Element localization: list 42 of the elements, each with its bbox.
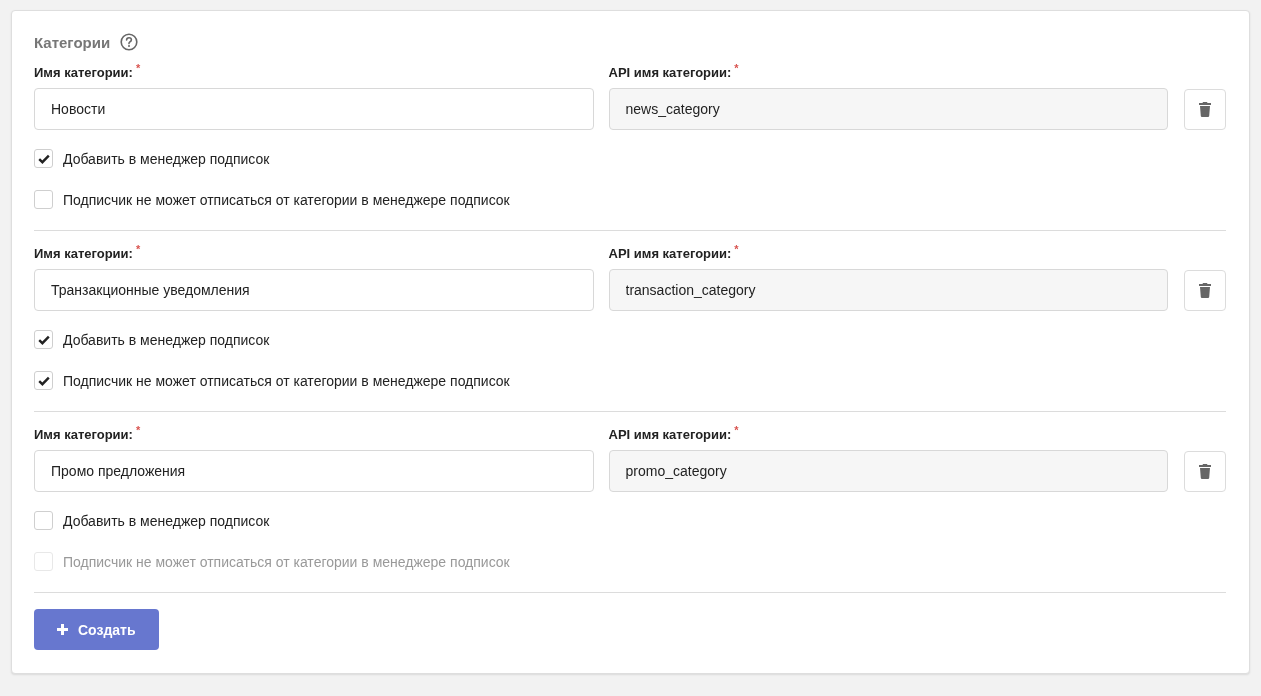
category-name-field[interactable]: Промо предложения	[34, 450, 594, 492]
required-mark: *	[135, 62, 141, 76]
checkbox[interactable]	[34, 190, 53, 209]
section-title: Категории	[34, 33, 111, 51]
delete-button[interactable]	[1184, 451, 1226, 492]
trash-icon	[1199, 102, 1211, 117]
checkbox[interactable]	[34, 330, 53, 349]
api-name-field[interactable]: promo_category	[608, 450, 1168, 492]
checkbox-label: Подписчик не может отписаться от категории в менеджере подписок	[63, 372, 510, 389]
category-name-field[interactable]: Транзакционные уведомления	[34, 269, 594, 311]
required-mark: *	[135, 424, 141, 438]
field-label: Имя категории:	[34, 246, 133, 261]
help-icon[interactable]	[120, 33, 139, 51]
checkmark-icon	[37, 334, 50, 345]
checkbox[interactable]	[34, 511, 53, 530]
checkbox-label: Добавить в менеджер подписок	[63, 331, 270, 348]
field-label: Имя категории:	[34, 65, 133, 80]
checkbox-label: Добавить в менеджер подписок	[63, 150, 270, 167]
checkmark-icon	[37, 375, 50, 386]
checkbox-label: Добавить в менеджер подписок	[63, 512, 270, 529]
checkmark-icon	[37, 153, 50, 164]
checkbox-label: Подписчик не может отписаться от категории в менеджере подписок	[63, 553, 510, 570]
required-mark: *	[734, 62, 739, 76]
required-mark: *	[734, 424, 739, 438]
checkbox[interactable]	[34, 149, 53, 168]
create-button[interactable]: Создать	[34, 609, 159, 650]
field-label: Имя категории:	[34, 427, 133, 442]
trash-icon	[1199, 464, 1211, 479]
field-label: API имя категории:	[608, 65, 732, 80]
plus-icon	[56, 623, 69, 636]
checkbox[interactable]	[34, 371, 53, 390]
api-name-field[interactable]: transaction_category	[608, 269, 1168, 311]
category-name-field[interactable]: Новости	[34, 88, 594, 130]
checkbox-label: Подписчик не может отписаться от категории в менеджере подписок	[63, 191, 510, 208]
required-mark: *	[135, 243, 141, 257]
delete-button[interactable]	[1184, 270, 1226, 311]
field-label: API имя категории:	[608, 427, 732, 442]
field-label: API имя категории:	[608, 246, 732, 261]
delete-button[interactable]	[1184, 89, 1226, 130]
trash-icon	[1199, 283, 1211, 298]
api-name-field[interactable]: news_category	[608, 88, 1168, 130]
required-mark: *	[734, 243, 739, 257]
